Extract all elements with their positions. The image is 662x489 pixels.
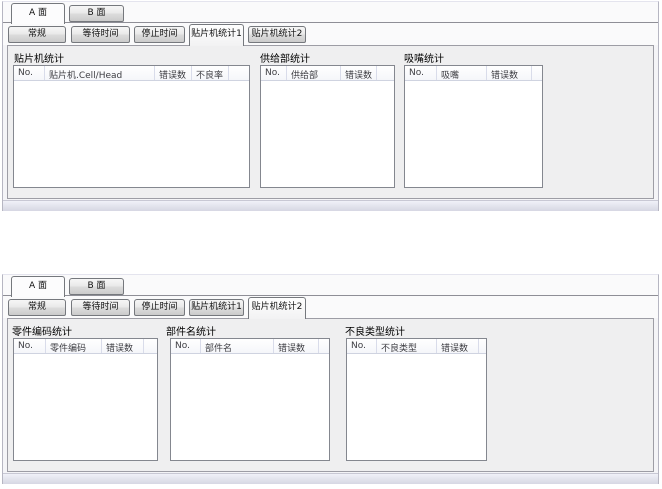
group-title: 不良类型统计	[345, 327, 405, 338]
column-header-part-name[interactable]: 部件名	[201, 339, 274, 353]
window: { "panels": [ { "side_tabs": [ { "label"…	[0, 0, 662, 489]
tab-stop-time[interactable]: 停止时间	[134, 26, 185, 43]
tab-general[interactable]: 常规	[8, 26, 66, 43]
defect-type-stats-table: No. 不良类型 错误数	[346, 338, 487, 461]
group-title: 贴片机统计	[14, 54, 64, 65]
table-header-row: No. 贴片机.Cell/Head 错误数 不良率	[14, 66, 249, 81]
feeder-stats-table: No. 供给部 错误数	[260, 65, 395, 188]
part-name-stats-table: No. 部件名 错误数	[170, 338, 330, 461]
tab-mounter-stats-2[interactable]: 贴片机统计2	[248, 26, 306, 43]
group-title: 零件编码统计	[12, 327, 72, 338]
tab-page-mounter-stats-1: 贴片机统计 No. 贴片机.Cell/Head 错误数 不良率 供给部统计 No…	[7, 45, 654, 199]
column-header-feeder[interactable]: 供给部	[287, 66, 341, 80]
side-tab-bar: A 面 B 面	[3, 2, 658, 24]
table-header-row: No. 供给部 错误数	[261, 66, 394, 81]
column-header-error-count[interactable]: 错误数	[102, 339, 144, 353]
table-body[interactable]	[347, 355, 486, 460]
table-header-row: No. 零件编码 错误数	[14, 339, 157, 354]
tab-wait-time[interactable]: 等待时间	[71, 299, 130, 316]
status-strip	[3, 473, 658, 484]
tab-side-a[interactable]: A 面	[11, 3, 65, 24]
tab-side-b[interactable]: B 面	[69, 5, 124, 22]
column-header-nozzle[interactable]: 吸嘴	[437, 66, 487, 80]
column-header-error-count[interactable]: 错误数	[487, 66, 532, 80]
group-title: 供给部统计	[260, 54, 310, 65]
table-header-row: No. 不良类型 错误数	[347, 339, 486, 354]
tab-mounter-stats-1[interactable]: 贴片机统计1	[189, 24, 244, 46]
panel-placement-stats-2: A 面 B 面 常规 等待时间 停止时间 贴片机统计1 贴片机统计2 零件编码统…	[2, 274, 659, 484]
column-header-no[interactable]: No.	[171, 339, 201, 353]
column-header-filler	[319, 339, 329, 353]
column-header-part-code[interactable]: 零件编码	[46, 339, 102, 353]
column-header-no[interactable]: No.	[14, 66, 45, 80]
side-tab-bar: A 面 B 面	[3, 275, 658, 297]
column-header-error-count[interactable]: 错误数	[341, 66, 377, 80]
group-title: 部件名统计	[166, 327, 216, 338]
table-body[interactable]	[14, 82, 249, 187]
table-body[interactable]	[261, 82, 394, 187]
column-header-defect-type[interactable]: 不良类型	[377, 339, 437, 353]
column-header-no[interactable]: No.	[347, 339, 377, 353]
column-header-filler	[479, 339, 486, 353]
tab-page-mounter-stats-2: 零件编码统计 No. 零件编码 错误数 部件名统计 No. 部件名 错误数 不良…	[7, 318, 654, 472]
sub-tab-bar: 常规 等待时间 停止时间 贴片机统计1 贴片机统计2	[3, 296, 658, 319]
part-code-stats-table: No. 零件编码 错误数	[13, 338, 158, 461]
column-header-no[interactable]: No.	[261, 66, 287, 80]
column-header-filler	[144, 339, 157, 353]
column-header-no[interactable]: No.	[14, 339, 46, 353]
table-header-row: No. 吸嘴 错误数	[405, 66, 542, 81]
tab-mounter-stats-1[interactable]: 贴片机统计1	[189, 299, 244, 316]
tab-stop-time[interactable]: 停止时间	[134, 299, 185, 316]
group-title: 吸嘴统计	[404, 54, 444, 65]
column-header-filler	[532, 66, 542, 80]
column-header-error-count[interactable]: 错误数	[437, 339, 479, 353]
table-header-row: No. 部件名 错误数	[171, 339, 329, 354]
sub-tab-bar: 常规 等待时间 停止时间 贴片机统计1 贴片机统计2	[3, 23, 658, 46]
table-body[interactable]	[405, 82, 542, 187]
status-strip	[3, 200, 658, 211]
column-header-filler	[377, 66, 394, 80]
panel-placement-stats-1: A 面 B 面 常规 等待时间 停止时间 贴片机统计1 贴片机统计2 贴片机统计…	[2, 1, 659, 211]
tab-side-b[interactable]: B 面	[69, 278, 124, 295]
table-body[interactable]	[171, 355, 329, 460]
tab-wait-time[interactable]: 等待时间	[71, 26, 130, 43]
tab-side-a[interactable]: A 面	[11, 276, 65, 297]
tab-mounter-stats-2[interactable]: 贴片机统计2	[248, 297, 306, 319]
column-header-mounter-cell-head[interactable]: 贴片机.Cell/Head	[45, 66, 155, 80]
table-body[interactable]	[14, 355, 157, 460]
column-header-no[interactable]: No.	[405, 66, 437, 80]
tab-general[interactable]: 常规	[8, 299, 66, 316]
mounter-stats-table: No. 贴片机.Cell/Head 错误数 不良率	[13, 65, 250, 188]
column-header-filler	[229, 66, 249, 80]
column-header-error-count[interactable]: 错误数	[155, 66, 192, 80]
column-header-error-count[interactable]: 错误数	[274, 339, 319, 353]
nozzle-stats-table: No. 吸嘴 错误数	[404, 65, 543, 188]
column-header-defect-rate[interactable]: 不良率	[192, 66, 229, 80]
